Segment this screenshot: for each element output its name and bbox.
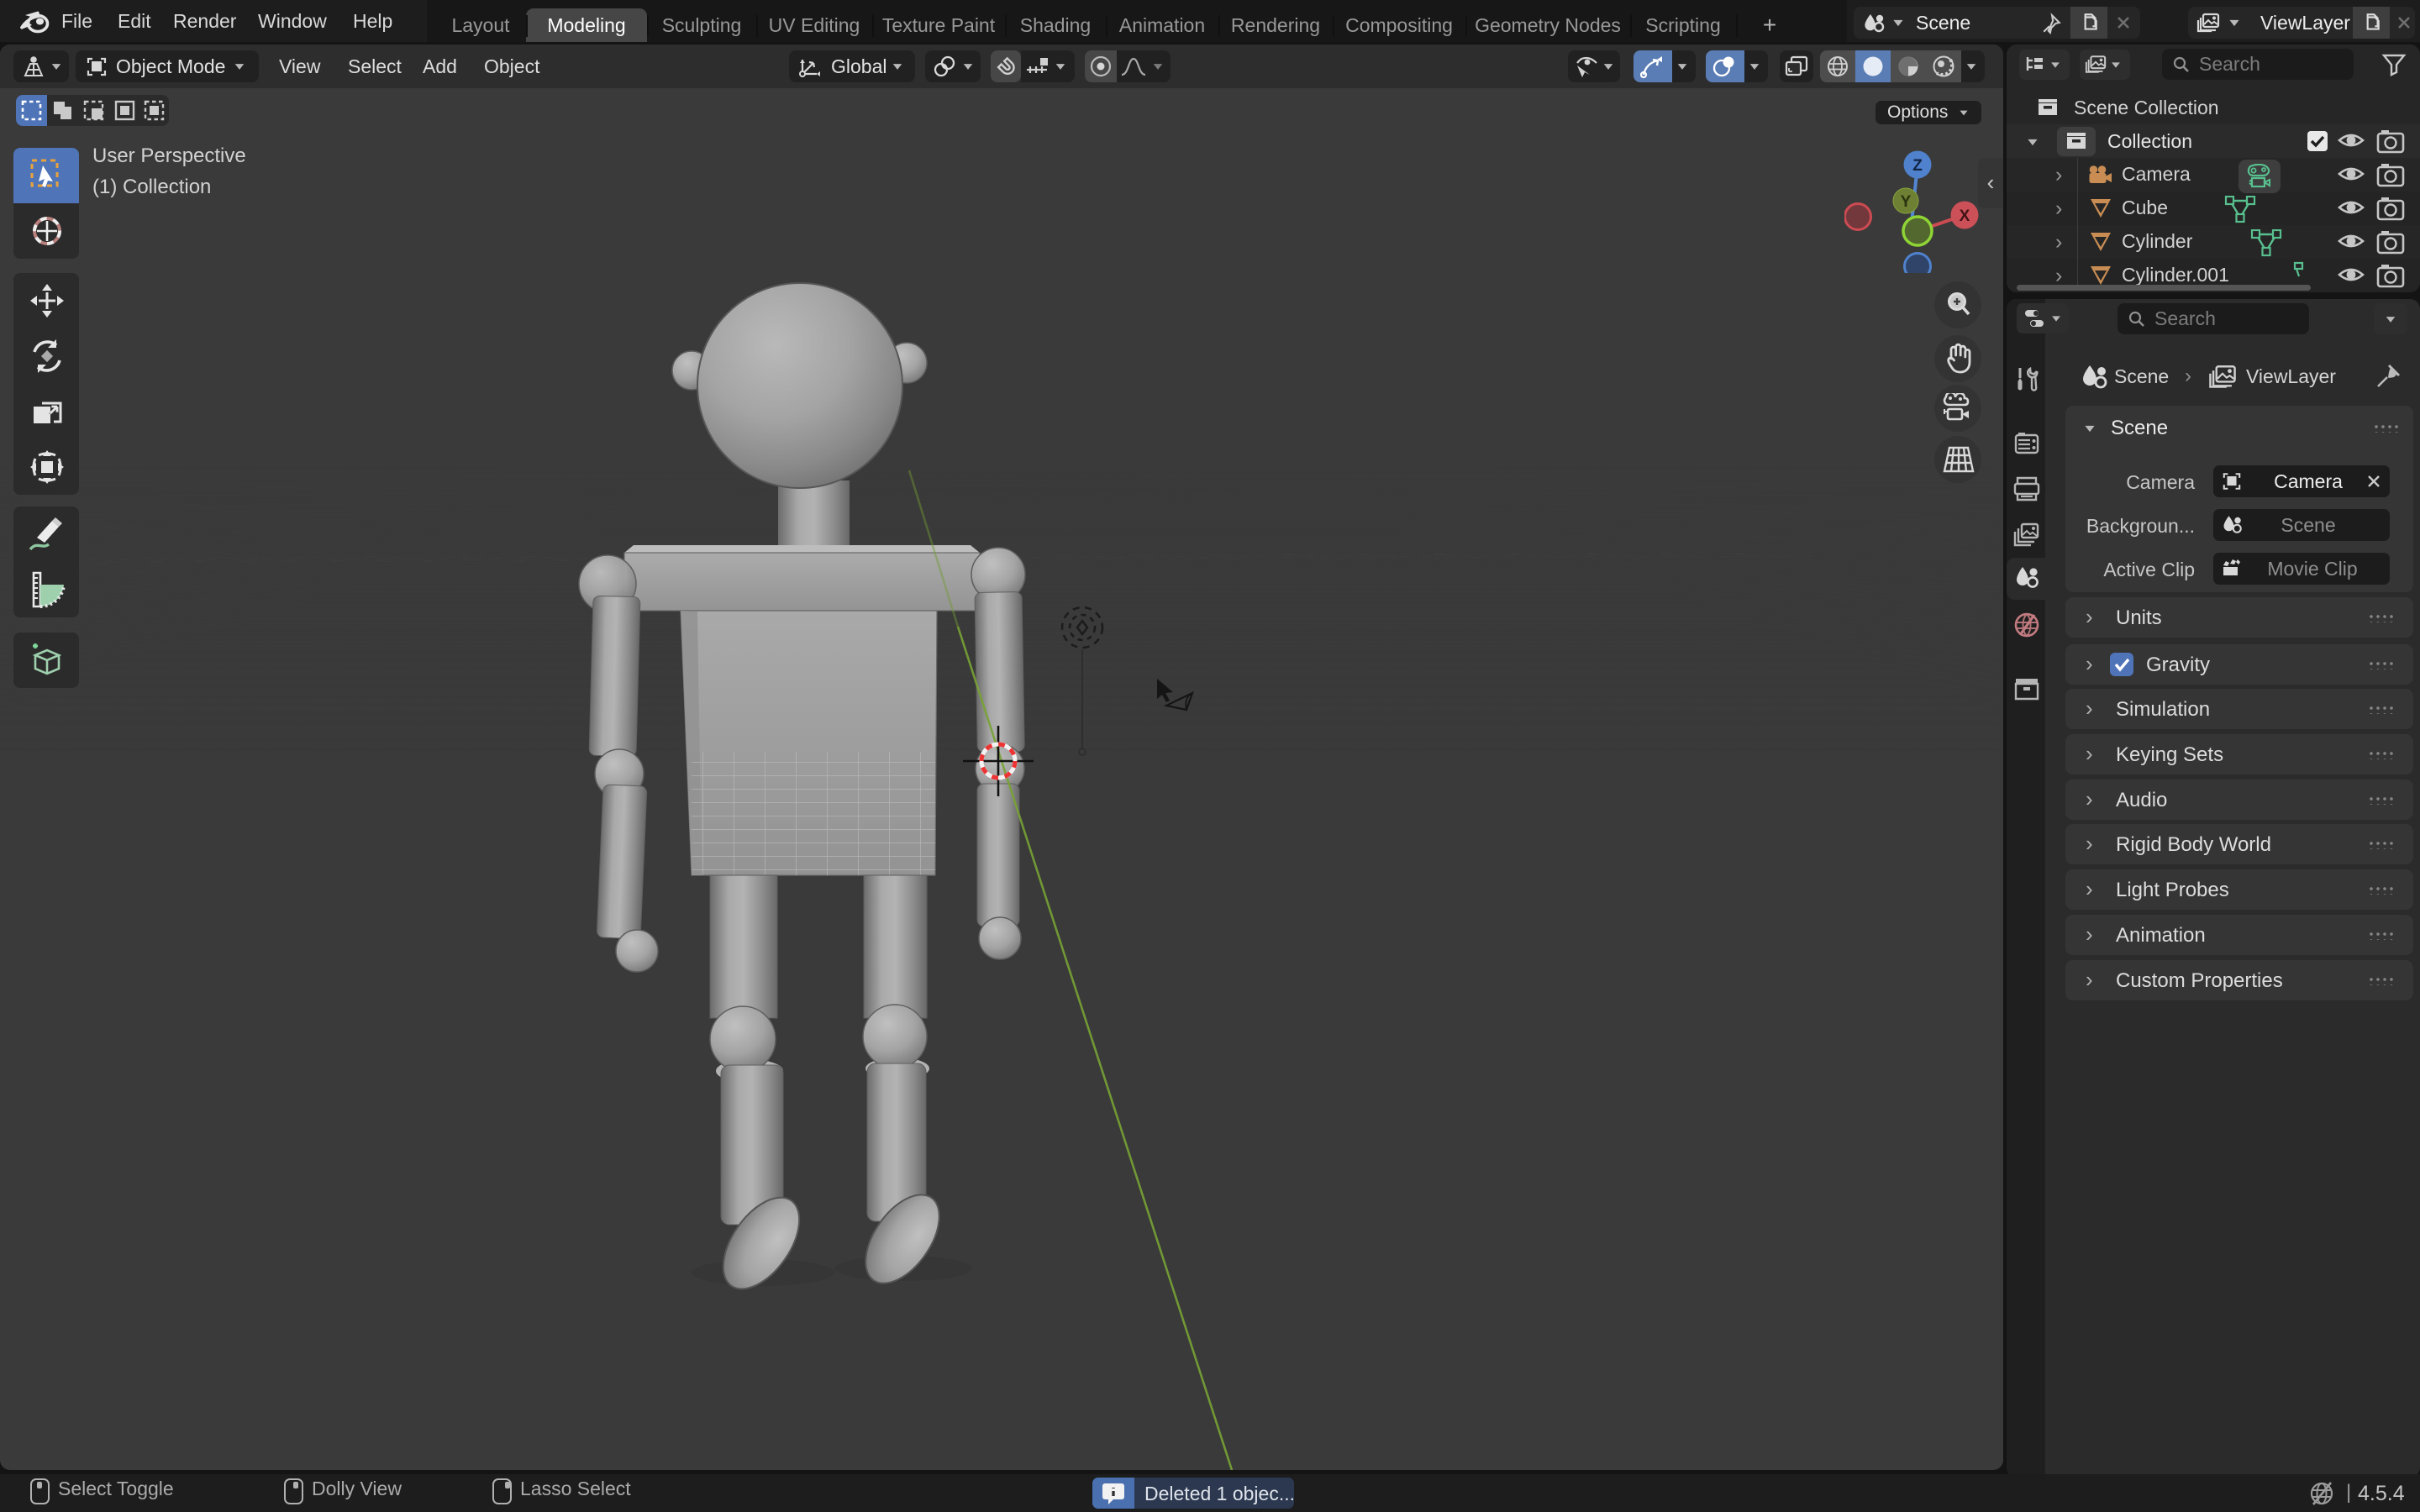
svg-text:X: X bbox=[1960, 207, 1970, 225]
svg-text:Y: Y bbox=[1901, 193, 1912, 211]
svg-text:Z: Z bbox=[1912, 157, 1923, 175]
